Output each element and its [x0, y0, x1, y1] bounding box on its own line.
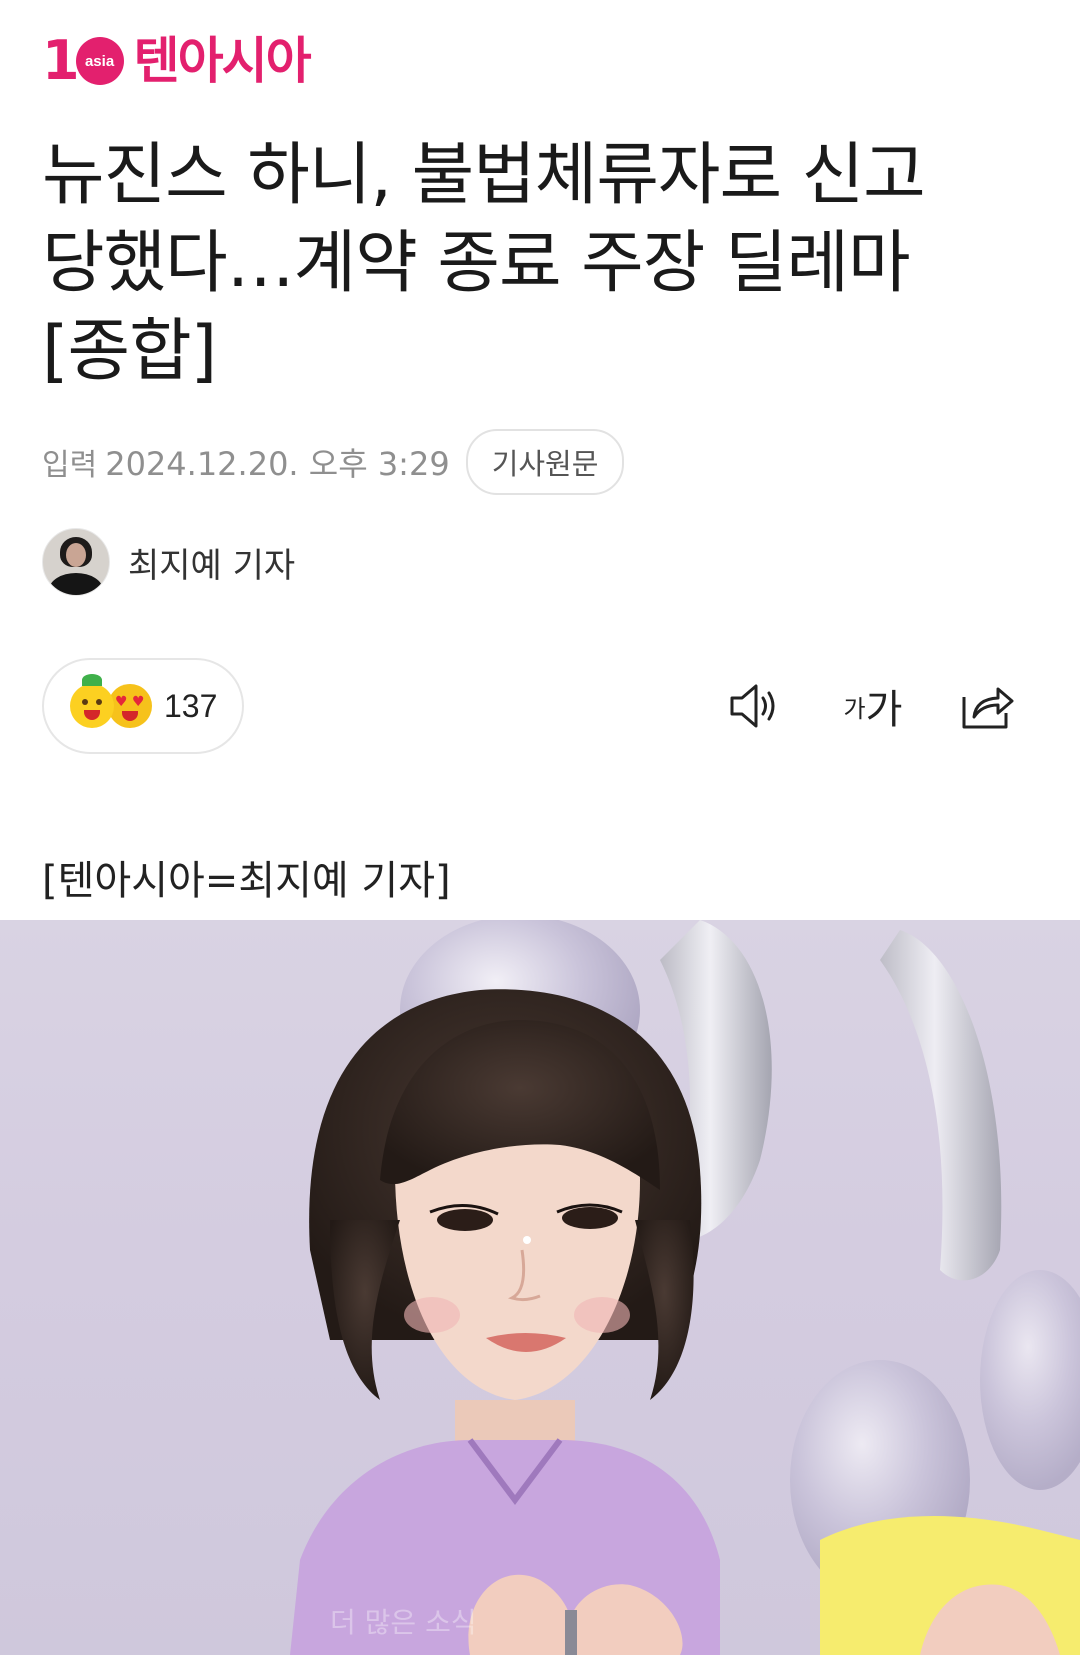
- speaker-button[interactable]: [726, 676, 786, 736]
- published-date: 2024.12.20. 오후 3:29: [105, 445, 450, 483]
- avatar-body: [49, 573, 103, 595]
- share-icon: [962, 687, 1014, 729]
- author-avatar[interactable]: [42, 528, 110, 596]
- share-button[interactable]: [958, 676, 1018, 736]
- heart-eyes-emoji-icon: ♥ ♥: [108, 684, 152, 728]
- article-byline: [텐아시아=최지예 기자]: [42, 858, 451, 904]
- brand-logo[interactable]: 1 asia 텐아시아: [42, 29, 312, 92]
- emoji-eye: [96, 699, 102, 705]
- reaction-count: 137: [164, 687, 218, 724]
- author-name[interactable]: 최지예 기자: [128, 538, 295, 587]
- logo-badge: asia: [75, 37, 124, 85]
- logo-number: 1: [42, 29, 80, 92]
- jacket-zipper: [565, 1610, 577, 1655]
- logo-text: 텐아시아: [133, 32, 312, 90]
- headline-line: 당했다…계약 종료 주장 딜레마: [42, 224, 911, 303]
- font-size-large-label: 가: [865, 688, 903, 732]
- heart-eye-icon: ♥: [132, 694, 145, 710]
- photo-watermark: 더 많은 소식: [330, 1606, 477, 1639]
- original-article-button[interactable]: 기사원문: [465, 429, 625, 495]
- speaker-icon: [730, 684, 775, 728]
- headline-line: 뉴진스 하니, 불법체류자로 신고: [42, 136, 926, 215]
- emoji-eye: [82, 699, 88, 705]
- background-balloon: [880, 930, 1002, 1281]
- author-info[interactable]: 최지예 기자: [42, 528, 295, 596]
- font-size-small-label: 가: [843, 695, 866, 723]
- article-meta: 입력 2024.12.20. 오후 3:29 기사원문: [42, 429, 625, 495]
- emoji-leaf: [82, 674, 102, 686]
- heart-eye-icon: ♥: [115, 694, 128, 710]
- surprised-emoji-icon: [70, 674, 114, 728]
- emoji-mouth: [122, 711, 138, 721]
- emoji-mouth: [84, 710, 100, 720]
- reactions-button[interactable]: ♥ ♥ 137: [42, 658, 244, 754]
- headline-line: [종합]: [42, 312, 217, 391]
- background-balloon: [980, 1270, 1080, 1490]
- published-label: 입력: [42, 448, 98, 483]
- font-size-button[interactable]: 가가: [838, 676, 908, 736]
- article-headline: 뉴진스 하니, 불법체류자로 신고 당했다…계약 종료 주장 딜레마 [종합]: [42, 132, 1002, 396]
- article-photo-illustration: 더 많은 소식: [290, 920, 1080, 1655]
- avatar-face: [66, 543, 86, 567]
- article-photo[interactable]: 더 많은 소식: [0, 920, 1080, 1655]
